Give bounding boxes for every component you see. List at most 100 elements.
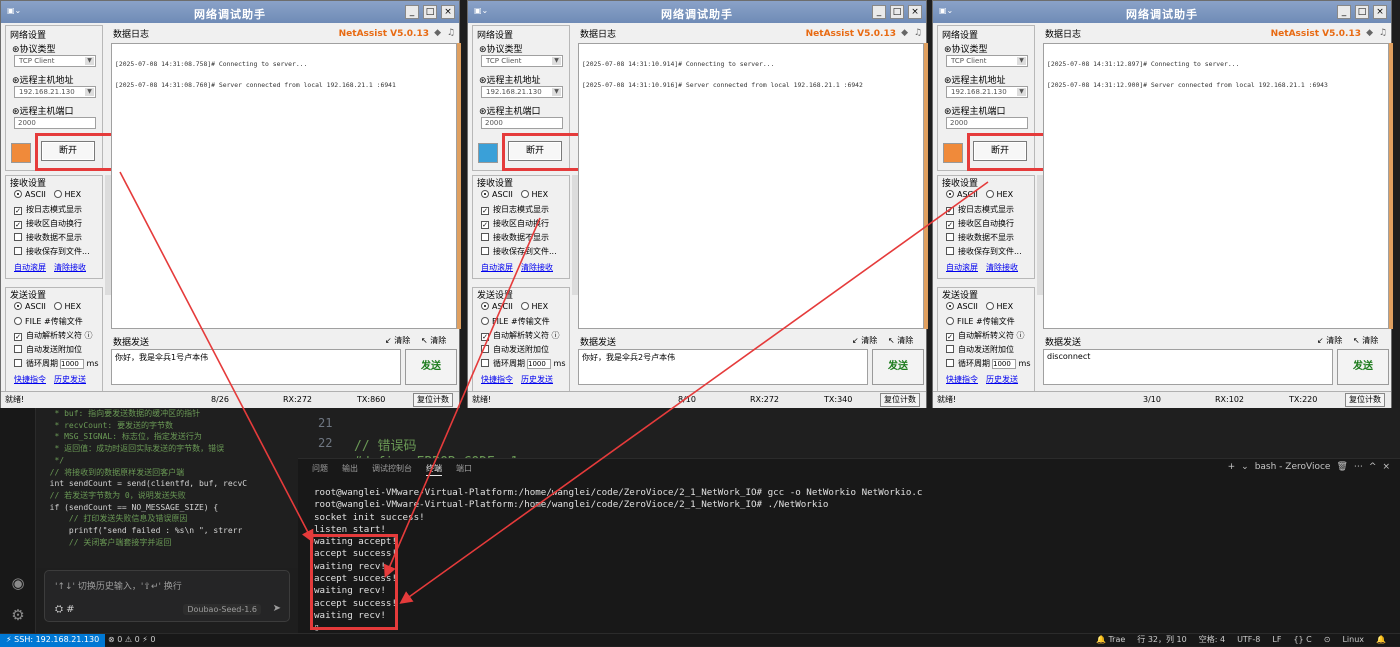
data-send-tab[interactable]: 数据发送	[113, 335, 149, 348]
log-scrollbar[interactable]	[457, 43, 461, 329]
status-item[interactable]: {} C	[1293, 635, 1311, 644]
maximize-icon[interactable]: □	[423, 5, 437, 19]
quick-cmd-link[interactable]: 快捷指令	[946, 375, 978, 384]
reset-count-button[interactable]: 复位计数	[413, 393, 453, 407]
panel-toolbar-item[interactable]: ×	[1382, 462, 1390, 472]
recv-option-autowrap[interactable]: ✓ 接收区自动换行	[481, 218, 549, 229]
minimize-icon[interactable]: _	[872, 5, 886, 19]
gem-icon[interactable]: ◆	[1366, 28, 1373, 38]
data-log-tab[interactable]: 数据日志	[113, 27, 149, 40]
data-log-tab[interactable]: 数据日志	[1045, 27, 1081, 40]
period-input[interactable]: 1000	[60, 359, 84, 369]
panel-toolbar-item[interactable]: ⌄	[1241, 462, 1249, 472]
send-encoding[interactable]: ASCII HEX	[481, 302, 548, 311]
status-item[interactable]: 空格: 4	[1199, 635, 1225, 644]
panel-toolbar-item[interactable]: bash - ZeroVioce	[1255, 462, 1331, 472]
log-scrollbar[interactable]	[1389, 43, 1393, 329]
gem-icon[interactable]: ◆	[901, 28, 908, 38]
data-log-tab[interactable]: 数据日志	[580, 27, 616, 40]
data-send-tab[interactable]: 数据发送	[1045, 335, 1081, 348]
close-icon[interactable]: ×	[908, 5, 922, 19]
remote-ssh-indicator[interactable]: ⚡ SSH: 192.168.21.130	[0, 634, 106, 647]
data-send-tab[interactable]: 数据发送	[580, 335, 616, 348]
minimize-icon[interactable]: _	[405, 5, 419, 19]
status-item[interactable]: LF	[1272, 635, 1281, 644]
send-option-append[interactable]: 自动发送附加位	[481, 344, 549, 355]
problems-indicator[interactable]: ⊗ 0 ⚠ 0 ⚡ 0	[108, 634, 155, 646]
send-option-file[interactable]: FILE #传输文件	[14, 316, 83, 327]
protocol-select[interactable]: TCP Client ▼	[946, 55, 1028, 67]
recv-option-log-mode[interactable]: ✓ 按日志模式显示	[14, 204, 82, 215]
panel-tab[interactable]: 终端	[426, 463, 442, 476]
auto-scroll-link[interactable]: 自动滚屏	[14, 263, 46, 272]
protocol-select[interactable]: TCP Client ▼	[14, 55, 96, 67]
auto-scroll-link[interactable]: 自动滚屏	[946, 263, 978, 272]
clear-all-button[interactable]: ↖ 清除	[888, 335, 913, 346]
status-item[interactable]: 🔔	[1376, 635, 1386, 644]
quick-cmd-link[interactable]: 快捷指令	[481, 375, 513, 384]
chat-tools-icon[interactable]: ⛭ #	[55, 604, 75, 615]
ai-chat-input[interactable]: '↑↓' 切换历史输入，'⇧↵' 换行 ⛭ # Doubao-Seed-1.6 …	[44, 570, 290, 622]
port-input[interactable]: 2000	[481, 117, 563, 129]
title-bar[interactable]: ▣⌄ 网络调试助手 _ □ ×	[1, 1, 459, 23]
bell-icon[interactable]: ♫	[447, 28, 455, 38]
recv-encoding[interactable]: ASCII HEX	[14, 190, 81, 199]
maximize-icon[interactable]: □	[890, 5, 904, 19]
send-textarea[interactable]: 你好，我是伞兵2号卢本伟	[578, 349, 868, 385]
send-option-append[interactable]: 自动发送附加位	[14, 344, 82, 355]
close-icon[interactable]: ×	[441, 5, 455, 19]
reset-count-button[interactable]: 复位计数	[1345, 393, 1385, 407]
title-bar[interactable]: ▣⌄ 网络调试助手 _ □ ×	[468, 1, 926, 23]
recv-option-save-file[interactable]: 接收保存到文件...	[14, 246, 90, 257]
auto-scroll-link[interactable]: 自动滚屏	[481, 263, 513, 272]
clear-recv-link[interactable]: 清除接收	[521, 263, 553, 272]
send-textarea[interactable]: 你好，我是伞兵1号卢本伟	[111, 349, 401, 385]
port-input[interactable]: 2000	[14, 117, 96, 129]
send-textarea[interactable]: disconnect	[1043, 349, 1333, 385]
close-icon[interactable]: ×	[1373, 5, 1387, 19]
chat-send-icon[interactable]: ➤	[273, 603, 281, 614]
period-input[interactable]: 1000	[992, 359, 1016, 369]
send-button[interactable]: 发送	[405, 349, 457, 385]
status-item[interactable]: UTF-8	[1237, 635, 1260, 644]
bell-icon[interactable]: ♫	[1379, 28, 1387, 38]
history-link[interactable]: 历史发送	[521, 375, 553, 384]
account-icon[interactable]: ◉	[9, 574, 27, 592]
send-links[interactable]: 快捷指令 历史发送	[481, 374, 561, 385]
history-link[interactable]: 历史发送	[986, 375, 1018, 384]
panel-toolbar-item[interactable]: 🗑	[1336, 462, 1347, 472]
clear-send-button[interactable]: ↙ 清除	[1317, 335, 1342, 346]
data-log-area[interactable]: [2025-07-08 14:31:12.897]# Connecting to…	[1043, 43, 1389, 329]
panel-tab[interactable]: 调试控制台	[372, 463, 412, 475]
clear-recv-link[interactable]: 清除接收	[986, 263, 1018, 272]
recv-links[interactable]: 自动滚屏 清除接收	[946, 262, 1026, 273]
panel-tab[interactable]: 端口	[456, 463, 472, 475]
panel-tab[interactable]: 输出	[342, 463, 358, 475]
send-option-loop[interactable]: 循环周期 1000 ms	[946, 358, 1031, 369]
recv-option-save-file[interactable]: 接收保存到文件...	[946, 246, 1022, 257]
status-item[interactable]: 行 32，列 10	[1137, 635, 1186, 644]
send-option-append[interactable]: 自动发送附加位	[946, 344, 1014, 355]
send-encoding[interactable]: ASCII HEX	[14, 302, 81, 311]
terminal-output[interactable]: root@wanglei-VMware-Virtual-Platform:/ho…	[314, 487, 922, 635]
protocol-select[interactable]: TCP Client ▼	[481, 55, 563, 67]
panel-toolbar-item[interactable]: +	[1228, 462, 1236, 472]
send-option-escape[interactable]: ✓ 自动解析转义符 ⓘ	[946, 330, 1025, 341]
gem-icon[interactable]: ◆	[434, 28, 441, 38]
send-option-file[interactable]: FILE #传输文件	[481, 316, 550, 327]
panel-toolbar-item[interactable]: ^	[1369, 462, 1377, 472]
recv-option-hide[interactable]: 接收数据不显示	[481, 232, 549, 243]
recv-option-autowrap[interactable]: ✓ 接收区自动换行	[946, 218, 1014, 229]
panel-toolbar-item[interactable]: ⋯	[1354, 462, 1363, 472]
clear-all-button[interactable]: ↖ 清除	[421, 335, 446, 346]
quick-cmd-link[interactable]: 快捷指令	[14, 375, 46, 384]
status-item[interactable]: ⊙	[1324, 635, 1331, 644]
recv-option-autowrap[interactable]: ✓ 接收区自动换行	[14, 218, 82, 229]
send-option-loop[interactable]: 循环周期 1000 ms	[14, 358, 99, 369]
recv-encoding[interactable]: ASCII HEX	[481, 190, 548, 199]
data-log-area[interactable]: [2025-07-08 14:31:10.914]# Connecting to…	[578, 43, 924, 329]
recv-option-hide[interactable]: 接收数据不显示	[14, 232, 82, 243]
send-button[interactable]: 发送	[872, 349, 924, 385]
host-select[interactable]: 192.168.21.130 ▼	[14, 86, 96, 98]
clear-send-button[interactable]: ↙ 清除	[852, 335, 877, 346]
